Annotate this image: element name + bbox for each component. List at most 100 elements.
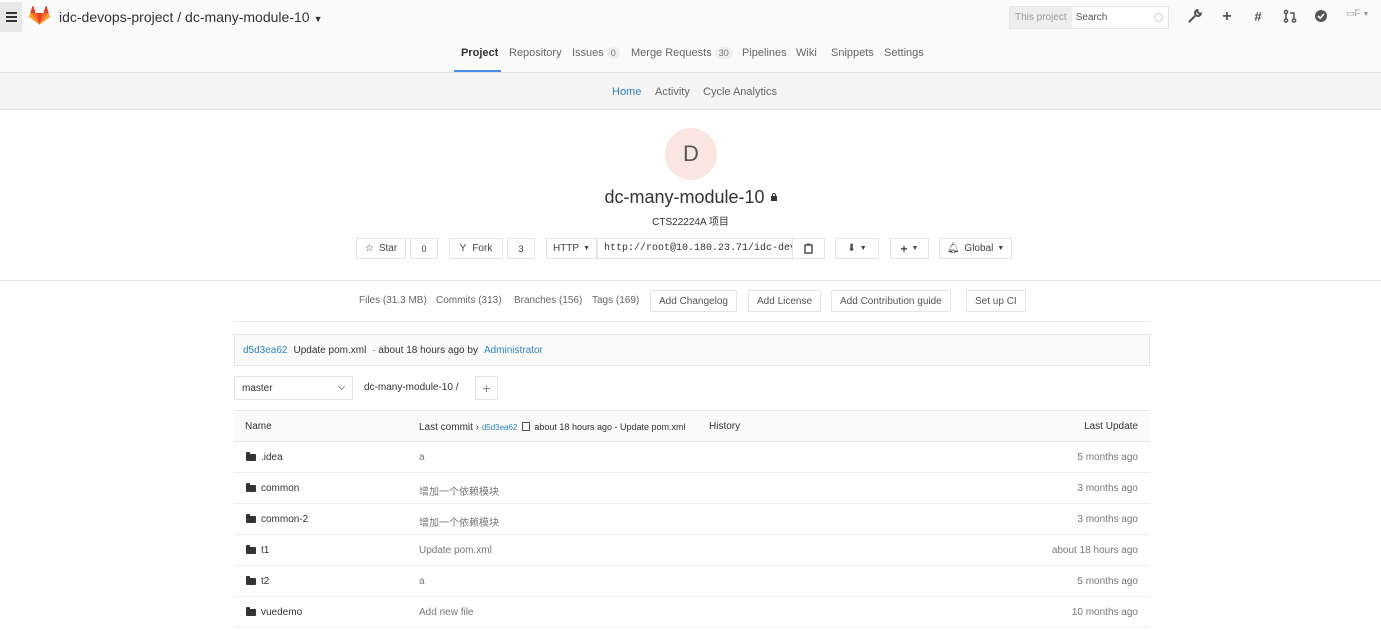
last-update-column-header: Last Update xyxy=(1084,421,1138,432)
todo-check-icon[interactable] xyxy=(1313,9,1329,25)
chevron-down-icon: ▼ xyxy=(313,14,323,24)
file-name-link[interactable]: .idea xyxy=(246,452,283,463)
copy-url-button[interactable] xyxy=(792,238,825,259)
chevron-down-icon: ▼ xyxy=(911,245,919,252)
active-tab-indicator xyxy=(454,70,501,72)
commit-message-link[interactable]: 增加一个依赖模块 xyxy=(419,483,499,498)
search-box[interactable]: This project xyxy=(1009,6,1169,29)
subtab-cycle-analytics[interactable]: Cycle Analytics xyxy=(703,86,777,98)
last-update-time: 3 months ago xyxy=(1077,514,1138,525)
table-row[interactable]: common 增加一个依赖模块 3 months ago xyxy=(234,473,1150,504)
file-name-link[interactable]: vuedemo xyxy=(246,607,302,618)
clone-url-input[interactable]: http://root@10.180.23.71/idc-dev xyxy=(597,238,793,259)
tab-merge-requests-label: Merge Requests xyxy=(631,47,712,59)
commit-message-link[interactable]: Update pom.xml xyxy=(419,545,492,556)
issues-count-badge: 0 xyxy=(606,47,620,59)
star-label: Star xyxy=(378,243,398,254)
search-icon xyxy=(1154,13,1163,22)
header-commit-sha-link[interactable]: d5d3ea62 xyxy=(482,423,518,432)
tab-repository[interactable]: Repository xyxy=(509,47,562,59)
file-name-link[interactable]: t2 xyxy=(246,576,269,587)
file-name-link[interactable]: t1 xyxy=(246,545,269,556)
star-count[interactable]: 0 xyxy=(410,238,438,259)
history-link[interactable]: History xyxy=(709,421,740,432)
last-commit-header-label: Last commit xyxy=(419,422,473,433)
add-file-button[interactable]: + xyxy=(475,376,498,400)
tab-project[interactable]: Project xyxy=(461,47,498,59)
commit-message-link[interactable]: Add new file xyxy=(419,607,473,618)
tab-merge-requests[interactable]: Merge Requests 30 xyxy=(631,47,733,59)
folder-icon xyxy=(246,514,256,523)
file-table-header: Name Last commit › d5d3ea62 about 18 hour… xyxy=(234,410,1150,442)
commit-message-link[interactable]: a xyxy=(419,576,425,587)
tab-wiki[interactable]: Wiki xyxy=(796,47,817,59)
subtab-home[interactable]: Home xyxy=(612,86,641,98)
commit-message-link[interactable]: a xyxy=(419,452,425,463)
gitlab-logo-icon[interactable] xyxy=(29,6,50,26)
chevron-down-icon: ▼ xyxy=(859,245,867,252)
clone-protocol-dropdown[interactable]: HTTP ▼ xyxy=(546,238,597,259)
notification-dropdown[interactable]: 🔔︎ Global ▼ xyxy=(939,238,1012,259)
tab-settings[interactable]: Settings xyxy=(884,47,924,59)
lock-icon xyxy=(770,193,777,201)
tags-stat-link[interactable]: Tags (169) xyxy=(592,295,639,306)
star-icon: ☆ xyxy=(364,243,374,254)
commit-message-link[interactable]: Update pom.xml xyxy=(294,345,367,356)
branches-stat-link[interactable]: Branches (156) xyxy=(514,295,582,306)
subtab-activity[interactable]: Activity xyxy=(655,86,690,98)
folder-icon xyxy=(246,607,256,616)
tab-pipelines[interactable]: Pipelines xyxy=(742,47,787,59)
user-avatar-dropdown[interactable]: ▭F ▼ xyxy=(1346,8,1376,26)
commit-author-link[interactable]: Administrator xyxy=(484,345,543,356)
tab-snippets[interactable]: Snippets xyxy=(831,47,874,59)
chevron-down-icon: ▼ xyxy=(997,245,1005,252)
commit-message-link[interactable]: 增加一个依赖模块 xyxy=(419,514,499,529)
merge-request-icon[interactable] xyxy=(1282,9,1298,25)
table-row[interactable]: .idea a 5 months ago xyxy=(234,442,1150,473)
project-path-title[interactable]: idc-devops-project / dc-many-module-10 ▼ xyxy=(59,9,322,25)
files-stat-link[interactable]: Files (31.3 MB) xyxy=(359,295,427,306)
avatar-alt-text: F xyxy=(1354,8,1361,18)
file-name-link[interactable]: common xyxy=(246,483,299,494)
search-input[interactable] xyxy=(1071,12,1146,23)
new-item-dropdown[interactable]: + ▼ xyxy=(890,238,929,259)
file-name-text: t2 xyxy=(261,576,270,587)
repo-breadcrumb[interactable]: dc-many-module-10 / xyxy=(364,382,458,393)
branch-select[interactable]: master xyxy=(234,376,353,400)
last-update-time: 5 months ago xyxy=(1077,452,1138,463)
add-changelog-button[interactable]: Add Changelog xyxy=(650,290,737,312)
project-description: CTS22224A 项目 xyxy=(652,217,729,228)
download-dropdown[interactable]: ⬇ ▼ xyxy=(835,238,879,259)
bell-icon: 🔔︎ xyxy=(946,243,960,254)
project-nav: Project Repository Issues 0 Merge Request… xyxy=(0,36,1381,73)
tab-issues-label: Issues xyxy=(572,47,604,59)
fork-count[interactable]: 3 xyxy=(507,238,535,259)
commit-sha-link[interactable]: d5d3ea62 xyxy=(243,345,288,356)
fork-button[interactable]: Y Fork xyxy=(449,238,503,259)
project-avatar: D xyxy=(665,128,717,180)
download-icon: ⬇ xyxy=(847,243,856,254)
commits-stat-link[interactable]: Commits (313) xyxy=(436,295,502,306)
file-name-text: common-2 xyxy=(261,514,309,525)
top-header: idc-devops-project / dc-many-module-10 ▼ … xyxy=(0,0,1381,36)
table-row[interactable]: vuedemo Add new file 10 months ago xyxy=(234,597,1150,628)
table-row[interactable]: t2 a 5 months ago xyxy=(234,566,1150,597)
add-contribution-guide-button[interactable]: Add Contribution guide xyxy=(831,290,951,312)
table-row[interactable]: t1 Update pom.xml about 18 hours ago xyxy=(234,535,1150,566)
wrench-icon[interactable] xyxy=(1187,8,1203,25)
copy-icon[interactable] xyxy=(522,422,531,431)
name-column-header: Name xyxy=(245,421,272,432)
star-button[interactable]: ☆ Star xyxy=(356,238,406,259)
merge-requests-count-badge: 30 xyxy=(714,47,733,59)
file-name-text: common xyxy=(261,483,300,494)
table-row[interactable]: common-2 增加一个依赖模块 3 months ago xyxy=(234,504,1150,535)
tab-issues[interactable]: Issues 0 xyxy=(572,47,620,59)
hash-icon[interactable]: # xyxy=(1250,9,1266,25)
last-update-time: 10 months ago xyxy=(1071,607,1138,618)
setup-ci-button[interactable]: Set up CI xyxy=(966,290,1026,312)
branch-select-value: master xyxy=(242,382,273,394)
plus-icon[interactable]: + xyxy=(1219,9,1235,25)
add-license-button[interactable]: Add License xyxy=(748,290,822,312)
file-name-link[interactable]: common-2 xyxy=(246,514,308,525)
menu-toggle-button[interactable] xyxy=(0,2,22,32)
